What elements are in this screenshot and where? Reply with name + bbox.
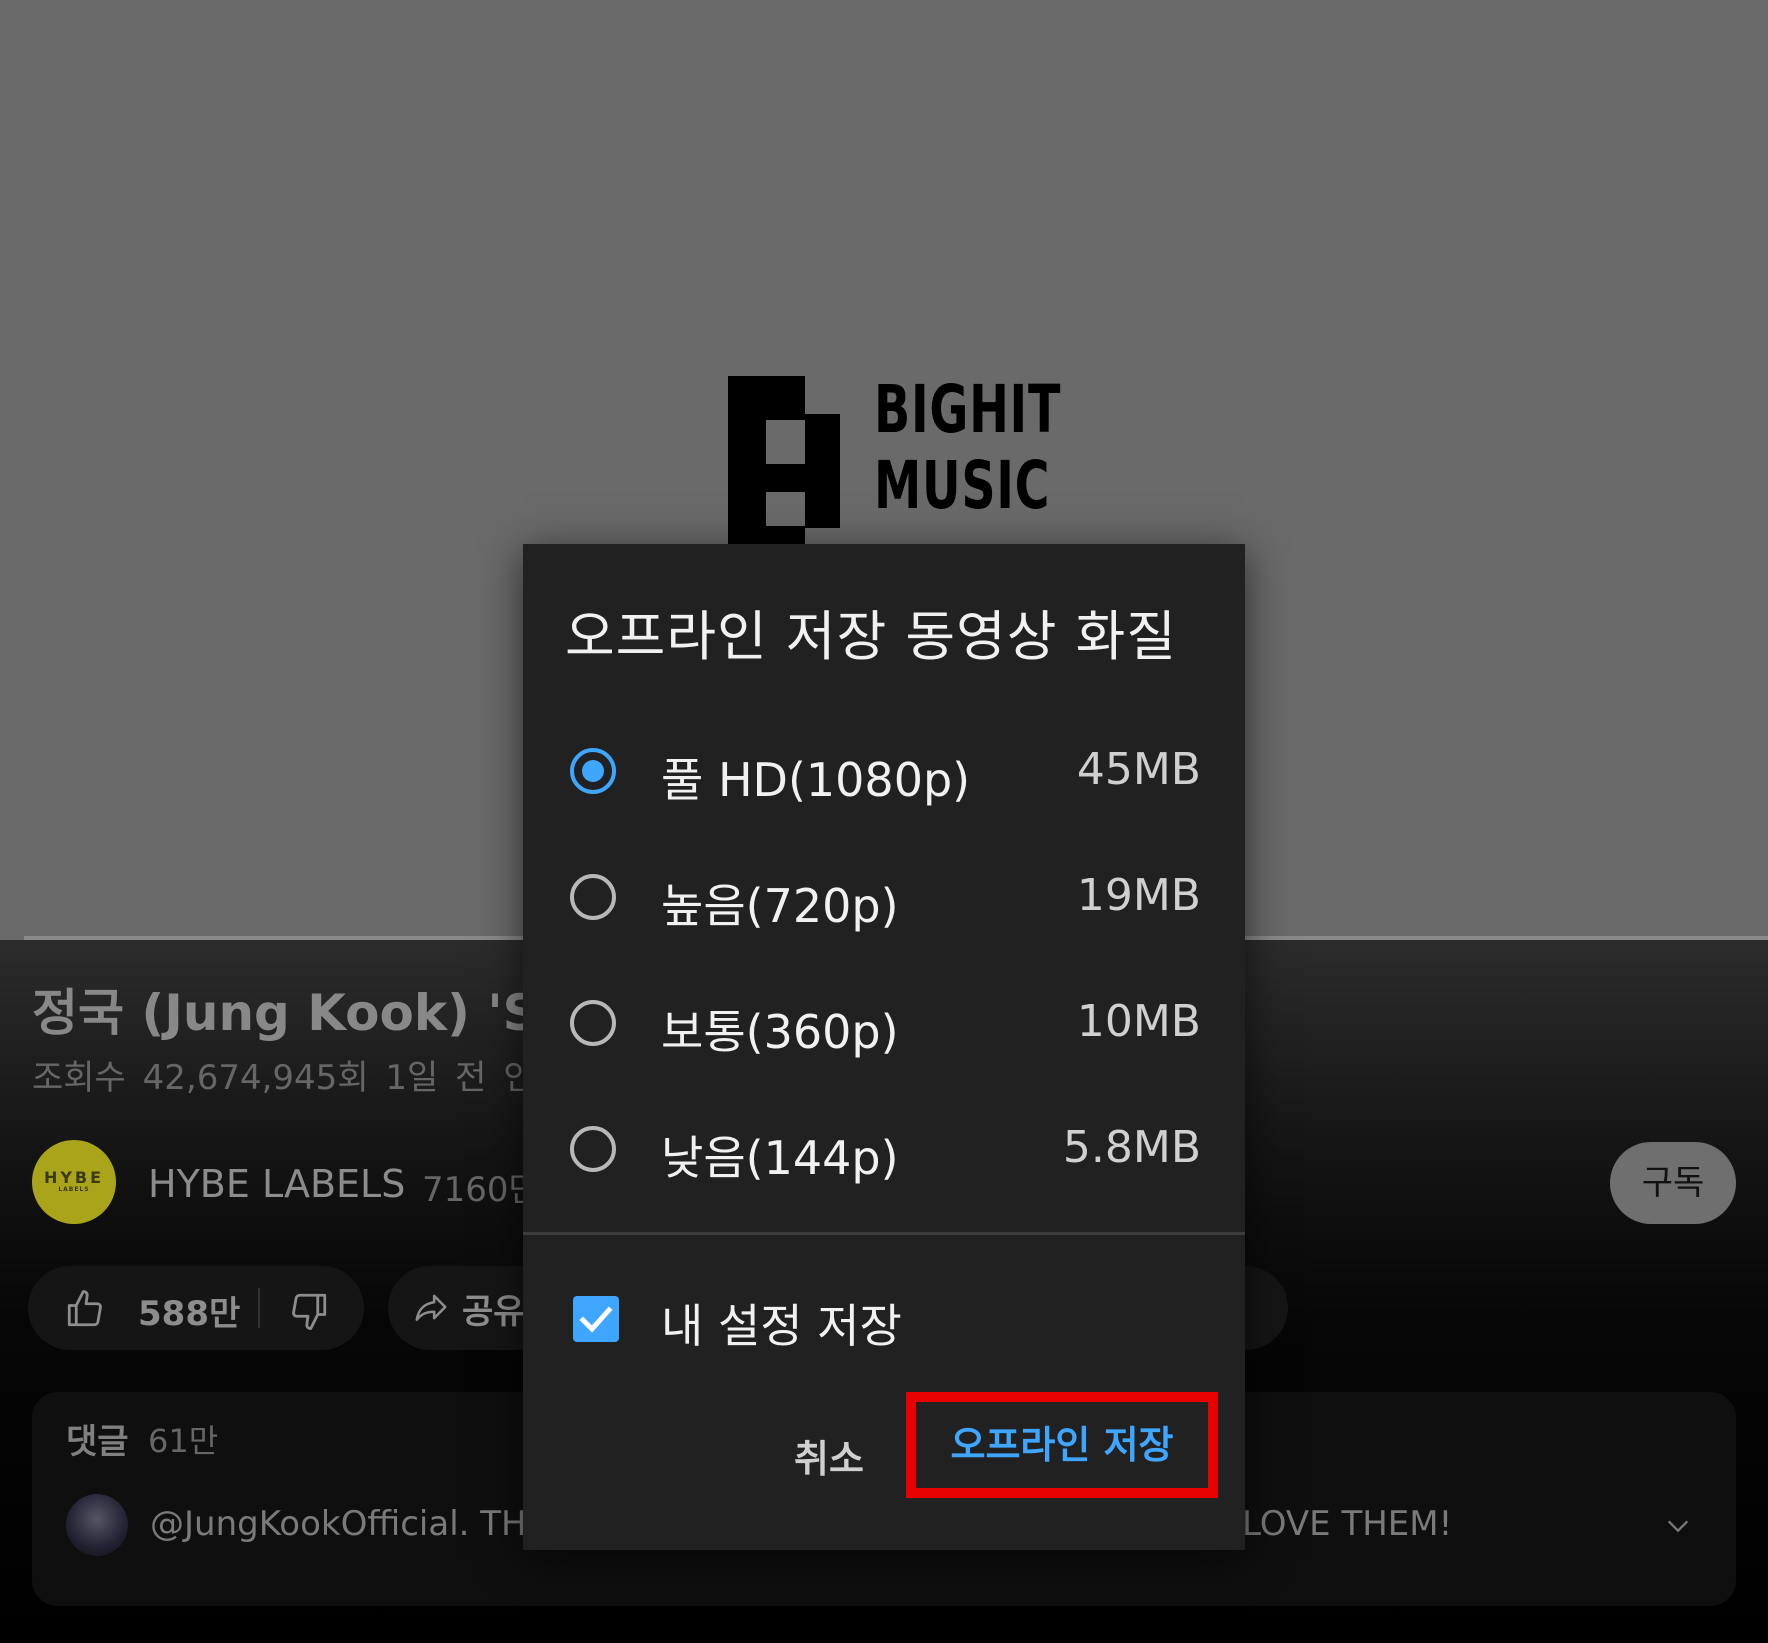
channel-name[interactable]: HYBE LABELS (148, 1162, 405, 1206)
quality-label: 풀 HD(1080p) (661, 753, 971, 807)
like-dislike-pill: 588만 (28, 1266, 364, 1350)
commenter-avatar (66, 1494, 128, 1556)
bighit-logo-text: BIGHIT MUSIC (874, 371, 1062, 524)
remember-settings-checkbox[interactable] (573, 1296, 619, 1342)
video-title[interactable]: 정국 (Jung Kook) 'Sev (32, 973, 605, 1045)
save-button-highlight: 오프라인 저장 (906, 1392, 1218, 1498)
download-save-button[interactable]: 오프라인 저장 (916, 1402, 1208, 1488)
quality-option-720p[interactable]: 높음(720p) 19MB (523, 844, 1245, 954)
download-quality-dialog: 오프라인 저장 동영상 화질 풀 HD(1080p) 45MB 높음(720p)… (523, 544, 1245, 1550)
quality-size: 5.8MB (1062, 1122, 1201, 1173)
quality-option-360p[interactable]: 보통(360p) 10MB (523, 970, 1245, 1080)
quality-label: 보통(360p) (661, 1005, 899, 1059)
comments-title: 댓글 (66, 1422, 129, 1462)
quality-size: 10MB (1076, 996, 1201, 1047)
chevron-down-icon[interactable] (1664, 1512, 1692, 1540)
radio-icon[interactable] (570, 1000, 616, 1046)
dialog-divider (523, 1232, 1245, 1235)
quality-option-1080p[interactable]: 풀 HD(1080p) 45MB (523, 718, 1245, 828)
comment-preview-text: @JungKookOfficial. TH (150, 1504, 527, 1544)
comments-count: 61만 (148, 1422, 219, 1460)
dialog-title: 오프라인 저장 동영상 화질 (565, 605, 1177, 668)
video-meta[interactable]: 조회수 42,674,945회 1일 전 인기 (32, 1050, 566, 1099)
subscribe-button[interactable]: 구독 (1610, 1142, 1736, 1224)
quality-size: 45MB (1076, 744, 1201, 795)
radio-icon[interactable] (570, 874, 616, 920)
share-label: 공유 (462, 1292, 525, 1332)
avatar-logo-subtext: LABELS (58, 1186, 90, 1193)
comment-preview-text-end: LOVE THEM! (1242, 1504, 1453, 1544)
quality-label: 높음(720p) (661, 879, 899, 933)
radio-selected-icon[interactable] (570, 748, 616, 794)
bighit-logo-mark (728, 376, 840, 546)
quality-size: 19MB (1076, 870, 1201, 921)
quality-label: 낮음(144p) (661, 1131, 899, 1185)
bighit-music-logo: BIGHIT MUSIC (728, 372, 1060, 546)
checkmark-icon (579, 1306, 613, 1333)
radio-icon[interactable] (570, 1126, 616, 1172)
quality-option-144p[interactable]: 낮음(144p) 5.8MB (523, 1096, 1245, 1206)
like-count[interactable]: 588만 (138, 1286, 240, 1335)
avatar-logo-text: HYBE (43, 1168, 105, 1187)
thumbs-down-icon[interactable] (288, 1290, 330, 1332)
channel-avatar[interactable]: HYBE LABELS (32, 1140, 116, 1224)
share-icon (415, 1294, 447, 1321)
remember-settings-label[interactable]: 내 설정 저장 (661, 1290, 902, 1356)
cancel-button[interactable]: 취소 (759, 1424, 899, 1494)
like-divider (258, 1288, 260, 1328)
thumbs-up-icon[interactable] (64, 1288, 106, 1330)
